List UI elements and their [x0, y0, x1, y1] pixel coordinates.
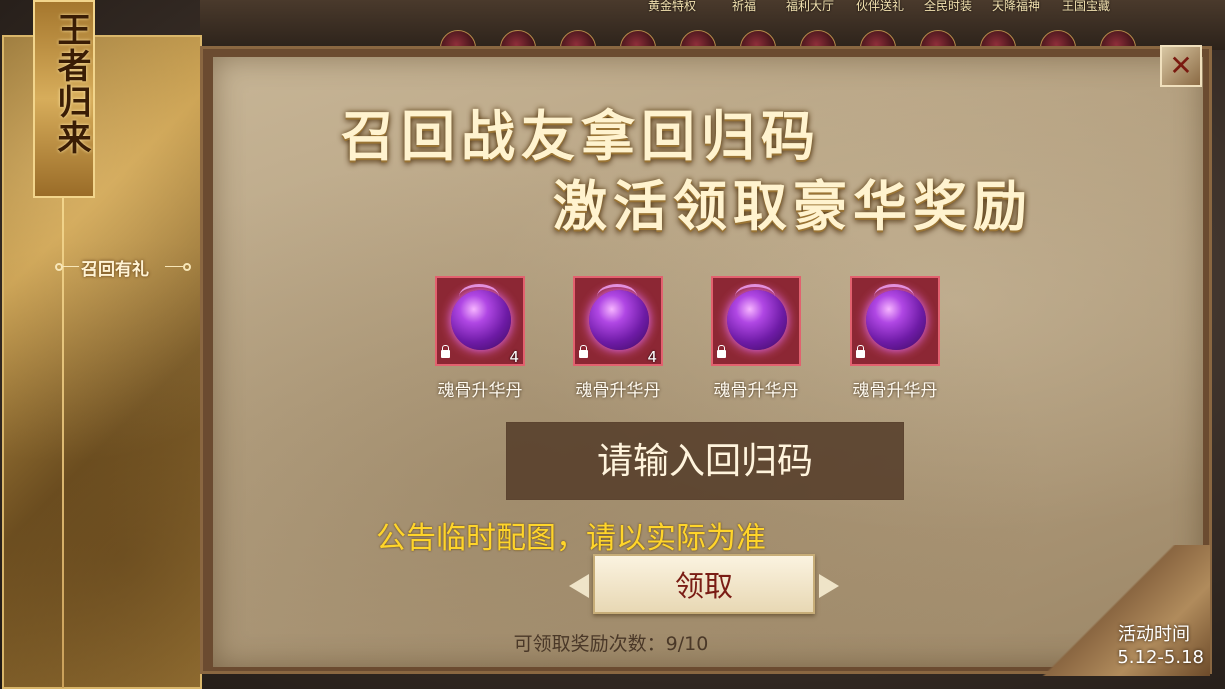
purple-orb-icon	[451, 284, 511, 350]
claim-button-label: 领取	[674, 569, 733, 603]
arrow-right-icon	[819, 574, 839, 598]
reward-slot[interactable]: 4	[435, 276, 525, 366]
purple-orb-icon	[866, 284, 926, 350]
activity-time-range: 5.12-5.18	[1117, 647, 1204, 668]
reward-count: 4	[509, 348, 519, 366]
close-button[interactable]: ✕	[1160, 45, 1202, 87]
top-menu-item[interactable]: 天降福神	[992, 0, 1040, 14]
top-menu-bar: 黄金特权 祈福 福利大厅 伙伴送礼 全民时装 天降福神 王国宝藏	[200, 0, 1225, 66]
activity-time-label: 活动时间	[1118, 624, 1190, 645]
top-menu-item[interactable]: 全民时装	[924, 0, 972, 14]
headline-line-1: 召回战友拿回归码	[341, 104, 821, 168]
lock-icon	[717, 345, 726, 358]
claim-button[interactable]: 领取	[593, 554, 815, 614]
reward-name: 魂骨升华丹	[852, 381, 938, 401]
return-code-input[interactable]	[506, 422, 904, 500]
arrow-left-icon	[569, 574, 589, 598]
close-icon: ✕	[1169, 49, 1193, 82]
claim-button-group: 领取	[569, 554, 839, 618]
reward-name: 魂骨升华丹	[713, 381, 799, 401]
banner-title: 王者归来	[51, 12, 91, 156]
reward-slot[interactable]: 4	[573, 276, 663, 366]
tab-divider	[165, 266, 183, 267]
reward-name: 魂骨升华丹	[437, 381, 523, 401]
top-menu-item[interactable]: 伙伴送礼	[856, 0, 904, 14]
headline-line-2: 激活领取豪华奖励	[553, 174, 1033, 238]
activity-time-corner: 活动时间 5.12-5.18	[1035, 545, 1210, 676]
sidebar-banner: 王者归来	[33, 0, 95, 198]
lock-icon	[441, 345, 450, 358]
reward-slot[interactable]	[850, 276, 940, 366]
sidebar	[2, 35, 202, 689]
tab-divider	[63, 266, 79, 267]
reward-count: 4	[647, 348, 657, 366]
claim-count-text: 可领取奖励次数：9/10	[513, 633, 709, 655]
notice-text: 公告临时配图，请以实际为准	[376, 521, 766, 556]
purple-orb-icon	[589, 284, 649, 350]
top-menu-item[interactable]: 王国宝藏	[1062, 0, 1110, 14]
top-menu-item[interactable]: 福利大厅	[786, 0, 834, 14]
tab-left-dot-icon	[55, 263, 63, 271]
top-menu-item[interactable]: 黄金特权	[648, 0, 696, 14]
tab-right-dot-icon	[183, 263, 191, 271]
lock-icon	[856, 345, 865, 358]
reward-name: 魂骨升华丹	[575, 381, 661, 401]
sidebar-tab-recall-gift[interactable]: 召回有礼	[55, 250, 195, 284]
sidebar-tab-label: 召回有礼	[81, 260, 149, 280]
lock-icon	[579, 345, 588, 358]
purple-orb-icon	[727, 284, 787, 350]
top-menu-item[interactable]: 祈福	[732, 0, 756, 14]
reward-slot[interactable]	[711, 276, 801, 366]
